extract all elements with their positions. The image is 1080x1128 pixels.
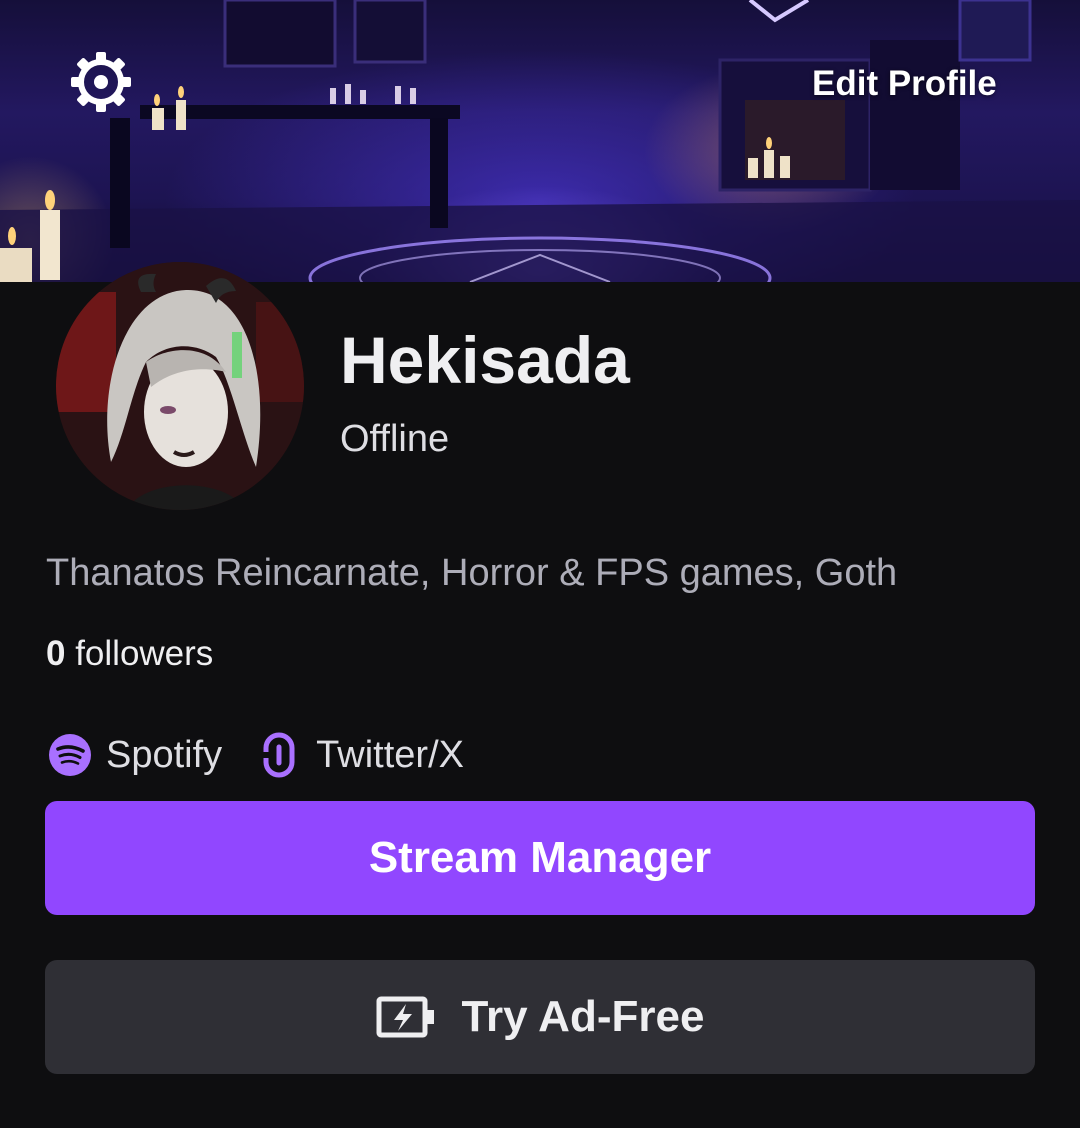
display-name: Hekisada <box>340 323 630 397</box>
avatar[interactable] <box>56 262 304 510</box>
edit-profile-button[interactable]: Edit Profile <box>790 56 1019 112</box>
social-link-label: Twitter/X <box>316 733 464 776</box>
profile-page: Edit Profile Hekisada Offline Thanatos R… <box>0 0 1080 1128</box>
try-ad-free-button[interactable]: Try Ad-Free <box>45 960 1035 1074</box>
battery-bolt-icon <box>376 995 436 1039</box>
avatar-image <box>56 262 304 510</box>
followers-count[interactable]: 0 followers <box>46 634 213 674</box>
stream-manager-button[interactable]: Stream Manager <box>45 801 1035 915</box>
banner-artwork <box>0 0 1080 282</box>
settings-button[interactable] <box>68 52 134 112</box>
social-link-twitter[interactable]: Twitter/X <box>256 731 464 779</box>
followers-label: followers <box>75 634 214 673</box>
gear-icon <box>71 52 131 112</box>
profile-bio: Thanatos Reincarnate, Horror & FPS games… <box>46 552 898 594</box>
live-status: Offline <box>340 418 450 460</box>
profile-banner: Edit Profile <box>0 0 1080 282</box>
social-links: Spotify Twitter/X <box>46 728 498 782</box>
social-link-spotify[interactable]: Spotify <box>46 731 222 779</box>
followers-number: 0 <box>46 634 66 673</box>
link-icon <box>256 731 304 779</box>
spotify-icon <box>46 731 94 779</box>
social-link-label: Spotify <box>106 733 223 776</box>
try-ad-free-label: Try Ad-Free <box>461 992 705 1041</box>
